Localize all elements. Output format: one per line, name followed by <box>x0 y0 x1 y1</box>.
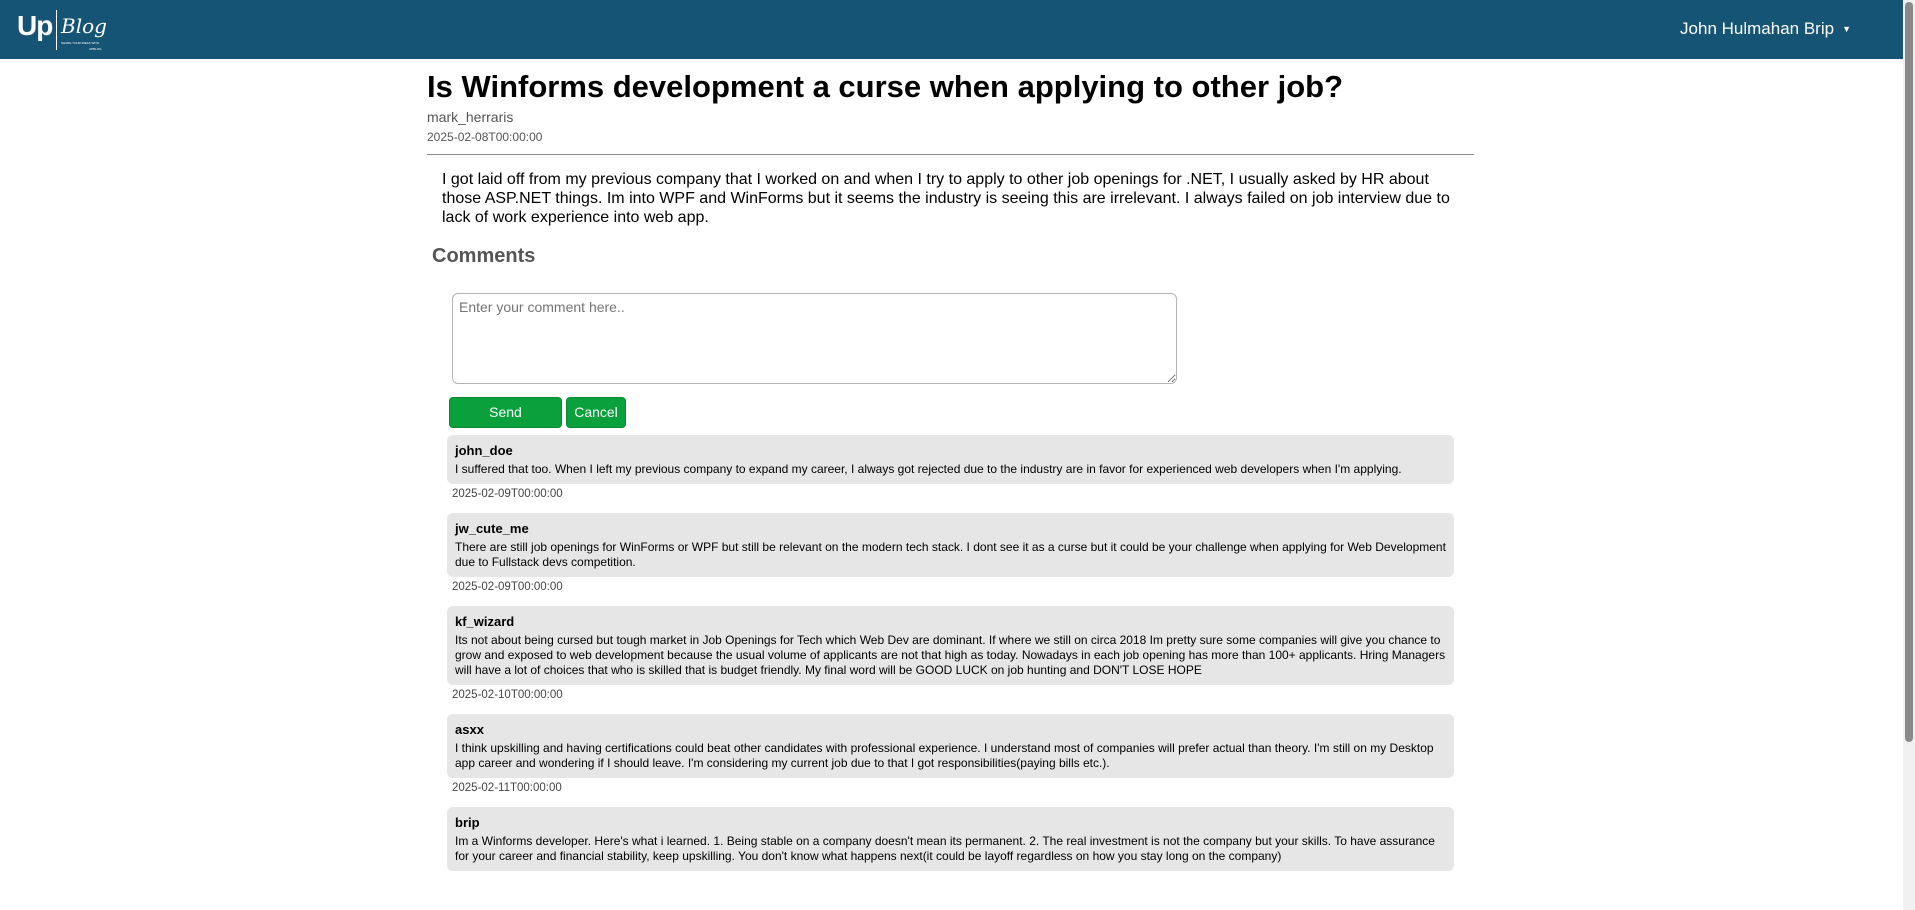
comment-username: john_doe <box>455 443 513 458</box>
upblog-logo[interactable]: Up Blog SHARE YOUR IDEAS WITH UPBLOG <box>17 8 117 52</box>
comment-list: john_doe I suffered that too. When I lef… <box>447 435 1454 883</box>
comment-date: 2025-02-09T00:00:00 <box>452 581 563 593</box>
send-comment-button[interactable]: Send Comment <box>449 397 562 449</box>
post-divider <box>427 154 1474 155</box>
logo-tagline-secondary: UPBLOG <box>89 47 102 51</box>
comment-text: I suffered that too. When I left my prev… <box>455 462 1402 476</box>
comment-card: brip Im a Winforms developer. Here's wha… <box>447 807 1454 871</box>
comment-date: 2025-02-11T00:00:00 <box>452 782 562 794</box>
comment-input[interactable] <box>452 293 1177 384</box>
comment-card: john_doe I suffered that too. When I lef… <box>447 435 1454 484</box>
comment-text: Im a Winforms developer. Here's what i l… <box>455 834 1435 863</box>
comment-username: asxx <box>455 722 484 737</box>
post-title: Is Winforms development a curse when app… <box>427 69 1344 104</box>
scrollbar-thumb[interactable] <box>1905 2 1913 742</box>
post-date: 2025-02-08T00:00:00 <box>427 130 543 144</box>
comment-text: There are still job openings for WinForm… <box>455 540 1446 569</box>
top-navbar: Up Blog SHARE YOUR IDEAS WITH UPBLOG Joh… <box>0 0 1903 59</box>
page-scrollbar[interactable] <box>1903 0 1915 910</box>
comment-date: 2025-02-10T00:00:00 <box>452 689 563 701</box>
comment-text: Its not about being cursed but tough mar… <box>455 633 1446 677</box>
user-name: John Hulmahan Brip <box>1680 19 1835 38</box>
comment-date: 2025-02-09T00:00:00 <box>452 488 563 500</box>
comment-card: kf_wizard Its not about being cursed but… <box>447 606 1454 685</box>
comment-card: jw_cute_me There are still job openings … <box>447 513 1454 577</box>
comment-username: brip <box>455 815 480 830</box>
comment-card: asxx I think upskilling and having certi… <box>447 714 1454 778</box>
caret-down-icon: ▼ <box>1842 24 1851 34</box>
comment-item: brip Im a Winforms developer. Here's wha… <box>447 807 1454 871</box>
post-author: mark_herraris <box>427 109 514 125</box>
comment-username: jw_cute_me <box>455 521 529 536</box>
comment-item: asxx I think upskilling and having certi… <box>447 714 1454 795</box>
comment-item: kf_wizard Its not about being cursed but… <box>447 606 1454 702</box>
cancel-button[interactable]: Cancel <box>566 397 626 428</box>
comment-item: john_doe I suffered that too. When I lef… <box>447 435 1454 501</box>
logo-tagline: SHARE YOUR IDEAS WITH <box>61 41 100 45</box>
logo-blog-text: Blog <box>61 14 107 38</box>
comment-item: jw_cute_me There are still job openings … <box>447 513 1454 594</box>
comments-heading: Comments <box>432 245 536 267</box>
logo-divider <box>56 10 57 50</box>
comment-text: I think upskilling and having certificat… <box>455 741 1434 770</box>
post-body: I got laid off from my previous company … <box>442 171 1450 226</box>
comment-username: kf_wizard <box>455 614 515 629</box>
user-menu-dropdown[interactable]: John Hulmahan Brip ▼ <box>1680 19 1851 39</box>
logo-up-text: Up <box>17 10 53 41</box>
